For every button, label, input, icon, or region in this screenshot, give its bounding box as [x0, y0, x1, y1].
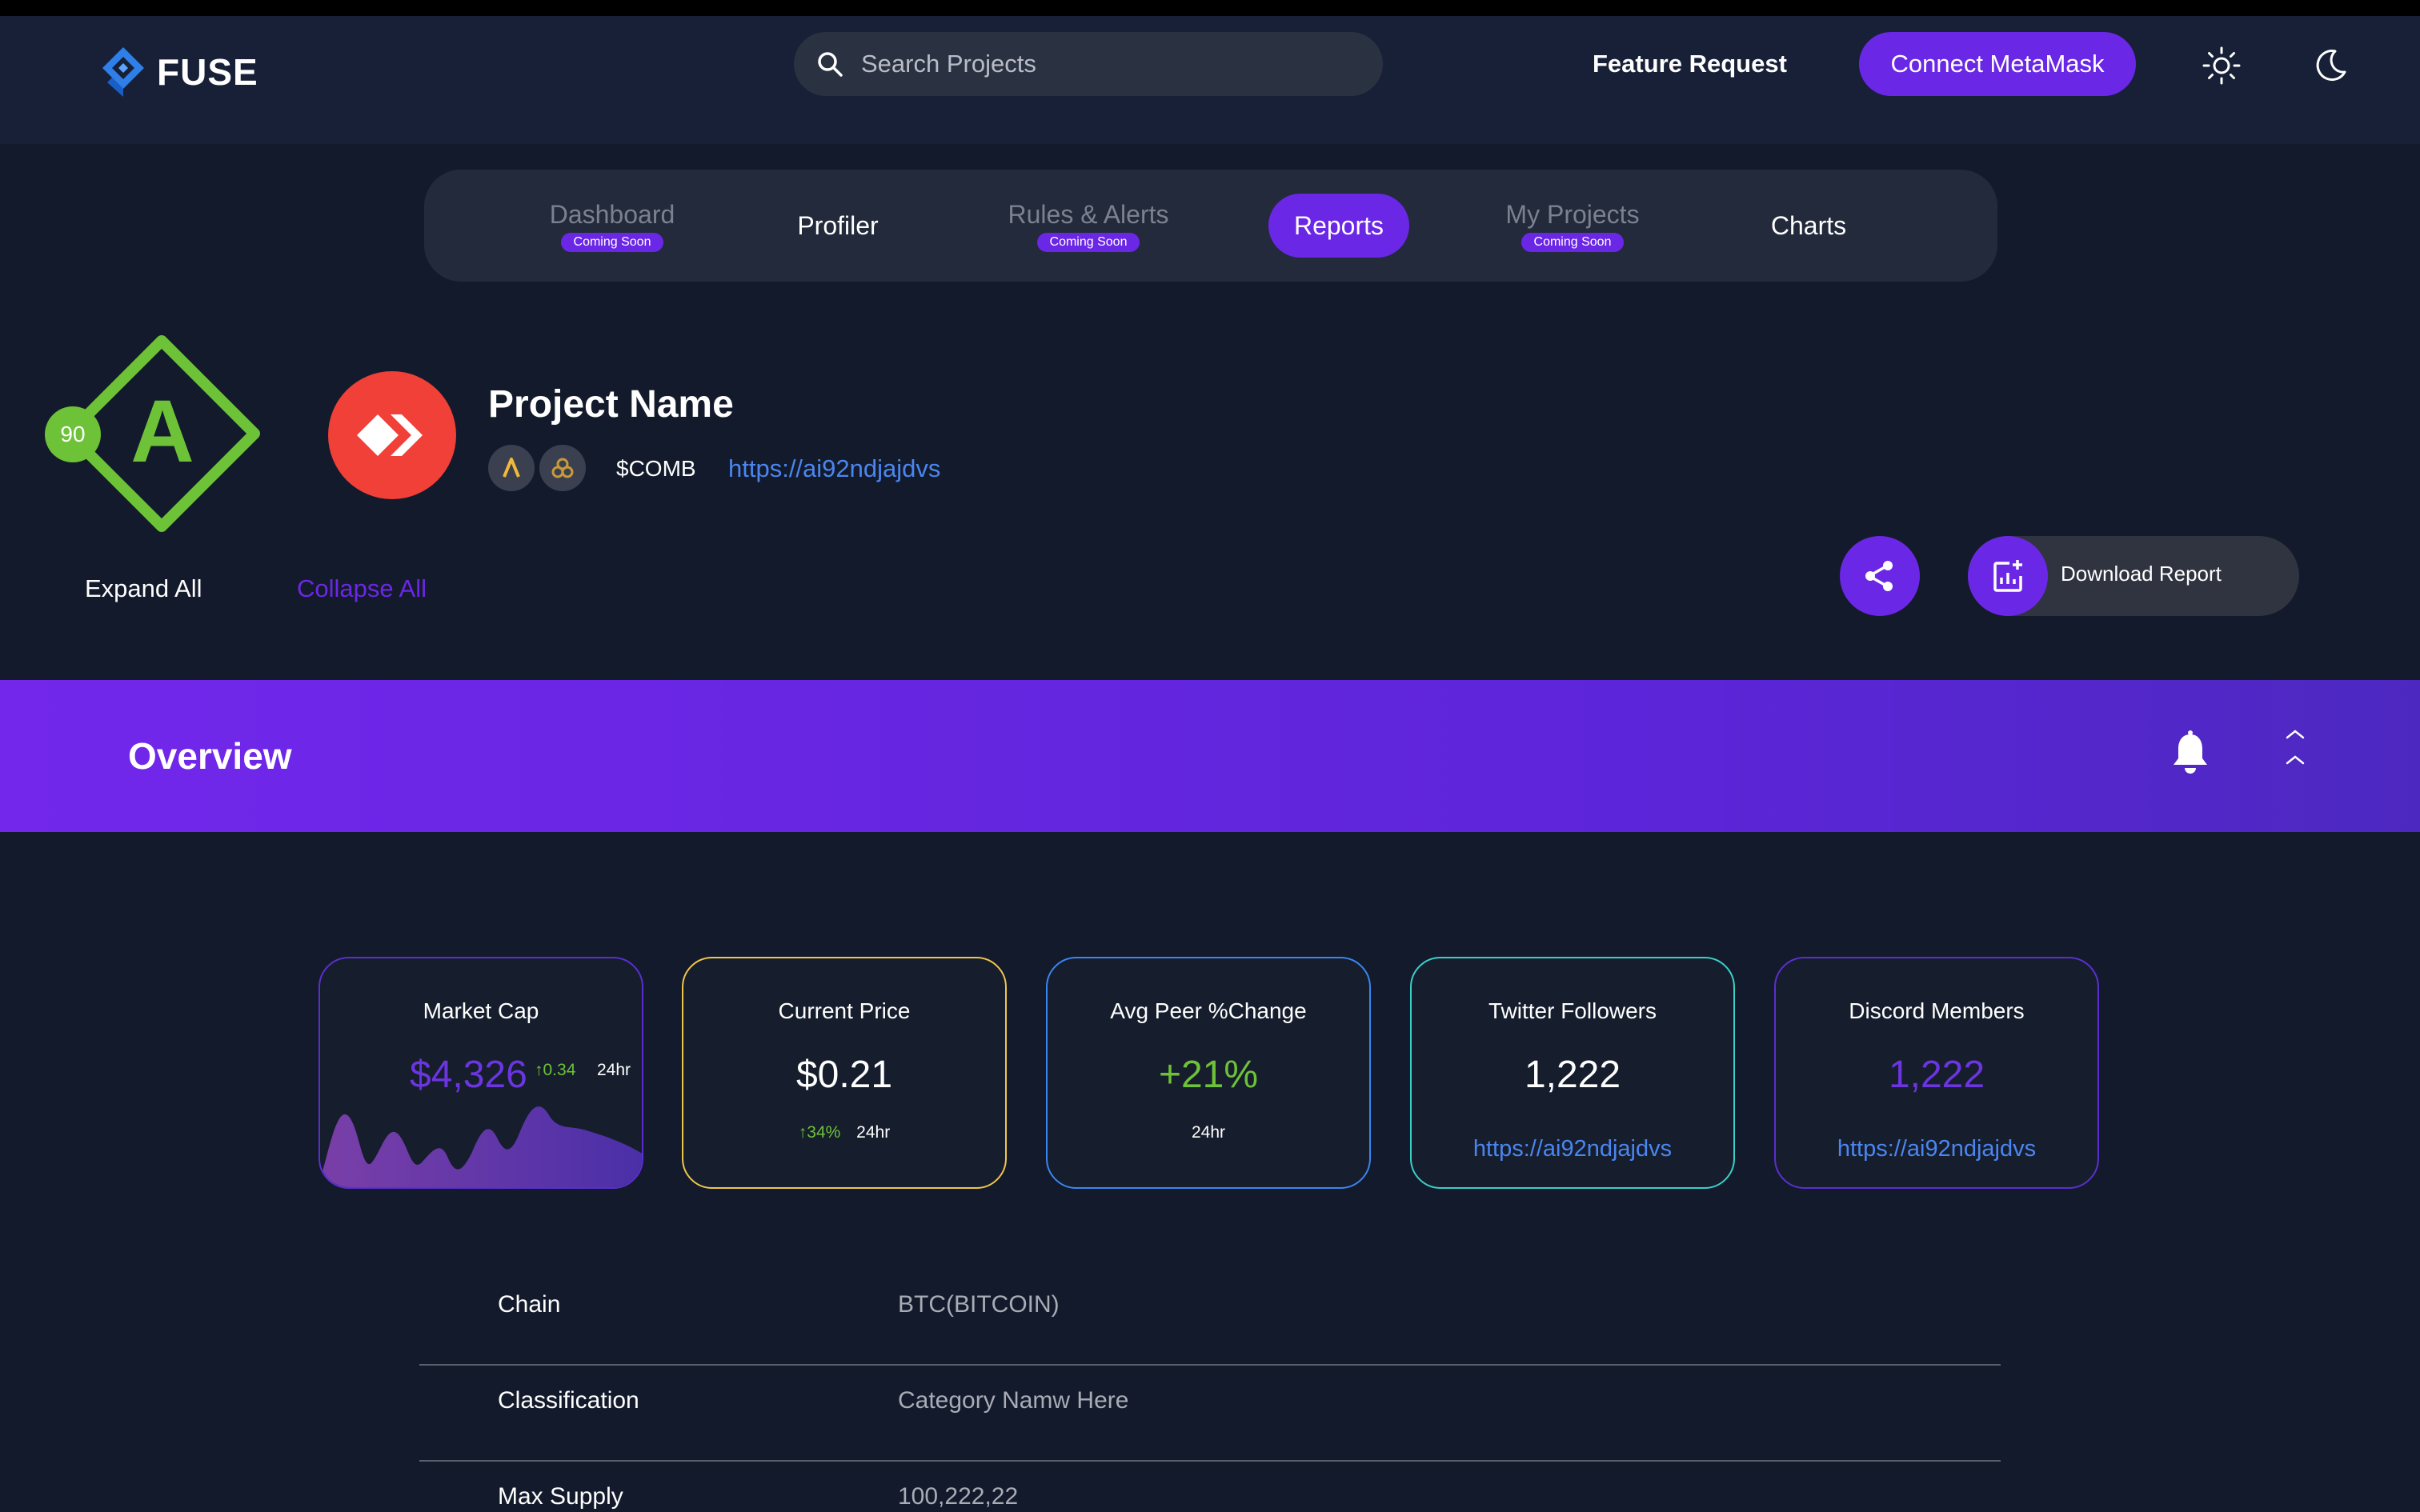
market-cap-period: 24hr [597, 1061, 631, 1079]
tab-profiler[interactable]: Profiler [782, 211, 894, 241]
discord-link[interactable]: https://ai92ndjajdvs [1776, 1136, 2097, 1162]
overview-title: Overview [128, 735, 292, 777]
discord-members-card: Discord Members 1,222 https://ai92ndjajd… [1774, 957, 2099, 1189]
tab-rules-alerts-label: Rules & Alerts [1008, 200, 1169, 229]
detail-key: Classification [498, 1387, 639, 1414]
discord-title: Discord Members [1849, 998, 2025, 1023]
market-cap-value: $4,326 [410, 1054, 527, 1096]
tab-charts-label: Charts [1770, 211, 1847, 240]
score-badge: 90 [45, 406, 101, 462]
main-nav: Dashboard Coming Soon Profiler Rules & A… [424, 170, 1997, 282]
tab-dashboard[interactable]: Dashboard Coming Soon [547, 200, 678, 252]
current-price-change: ↑34% [798, 1123, 841, 1142]
detail-row: Max Supply 100,222,22 [419, 1483, 2001, 1512]
dark-mode-moon-icon[interactable] [2311, 46, 2350, 85]
twitter-followers-card: Twitter Followers 1,222 https://ai92ndja… [1410, 957, 1735, 1189]
chain-chip-a [488, 445, 535, 491]
tab-dashboard-label: Dashboard [549, 200, 675, 229]
detail-value: Category Namw Here [898, 1387, 1129, 1414]
market-cap-title: Market Cap [423, 998, 539, 1023]
overview-section-header [0, 680, 2420, 832]
grade-letter: A [130, 382, 194, 481]
avg-peer-period: 24hr [1191, 1123, 1226, 1142]
tab-my-projects-label: My Projects [1505, 200, 1640, 229]
row-divider [419, 1460, 2001, 1462]
bell-icon[interactable] [2170, 730, 2210, 778]
tab-profiler-label: Profiler [797, 211, 879, 240]
search-icon [818, 52, 843, 77]
project-ticker: $COMB [616, 456, 696, 481]
chain-chip-b [539, 445, 586, 491]
current-price-title: Current Price [778, 998, 911, 1023]
collapse-chevron-icon[interactable] [2279, 723, 2311, 771]
coming-soon-badge: Coming Soon [1036, 233, 1140, 252]
search-bar[interactable] [794, 32, 1383, 96]
twitter-value: 1,222 [1524, 1054, 1621, 1096]
project-name: Project Name [488, 383, 734, 426]
trefoil-chain-icon [551, 458, 574, 478]
download-report-icon-wrap [1968, 536, 2048, 616]
light-mode-sun-icon[interactable] [2202, 46, 2241, 85]
row-divider [419, 1364, 2001, 1366]
expand-all-button[interactable]: Expand All [85, 574, 202, 603]
brand-name: FUSE [157, 51, 258, 93]
coming-soon-badge: Coming Soon [1521, 233, 1625, 252]
detail-row: Chain BTC(BITCOIN) [419, 1291, 2001, 1387]
top-strip [0, 0, 2420, 16]
report-add-icon [1993, 560, 2022, 592]
search-input[interactable] [861, 50, 1341, 78]
connect-metamask-button[interactable]: Connect MetaMask [1859, 32, 2136, 96]
detail-key: Max Supply [498, 1483, 623, 1510]
download-report-label: Download Report [2061, 562, 2222, 586]
avg-peer-value: +21% [1158, 1054, 1259, 1096]
tab-reports-label: Reports [1293, 210, 1384, 240]
project-logo-icon [357, 414, 423, 456]
twitter-link[interactable]: https://ai92ndjajdvs [1412, 1136, 1733, 1162]
project-logo [328, 371, 456, 499]
brand-logo[interactable]: FUSE [101, 38, 258, 106]
discord-value: 1,222 [1888, 1054, 1985, 1096]
collapse-all-button[interactable]: Collapse All [297, 574, 427, 603]
tab-reports[interactable]: Reports [1268, 194, 1409, 258]
tab-my-projects[interactable]: My Projects Coming Soon [1496, 200, 1649, 252]
detail-value: BTC(BITCOIN) [898, 1291, 1060, 1318]
coming-soon-badge: Coming Soon [560, 233, 664, 252]
a-chain-icon [503, 458, 520, 478]
tab-rules-alerts[interactable]: Rules & Alerts Coming Soon [1002, 200, 1175, 252]
market-cap-card: Market Cap $4,326 ↑0.34 24hr [319, 957, 643, 1189]
avg-peer-title: Avg Peer %Change [1110, 998, 1307, 1023]
current-price-card: Current Price $0.21 ↑34% 24hr [682, 957, 1007, 1189]
current-price-change-row: ↑34% 24hr [683, 1123, 1005, 1142]
twitter-title: Twitter Followers [1488, 998, 1657, 1023]
tab-charts[interactable]: Charts [1753, 211, 1865, 241]
current-price-value: $0.21 [795, 1054, 893, 1096]
detail-key: Chain [498, 1291, 561, 1318]
fuse-logo-icon [102, 47, 144, 97]
project-website-link[interactable]: https://ai92ndjajdvs [728, 454, 940, 483]
detail-value: 100,222,22 [898, 1483, 1019, 1510]
share-icon [1865, 561, 1893, 591]
detail-row: Classification Category Namw Here [419, 1387, 2001, 1483]
share-button[interactable] [1840, 536, 1920, 616]
current-price-period: 24hr [856, 1123, 891, 1142]
avg-peer-change-card: Avg Peer %Change +21% 24hr [1046, 957, 1371, 1189]
feature-request-link[interactable]: Feature Request [1593, 42, 1787, 86]
market-cap-change: ↑0.34 [535, 1061, 576, 1079]
download-report-button[interactable]: Download Report [1968, 536, 2299, 616]
